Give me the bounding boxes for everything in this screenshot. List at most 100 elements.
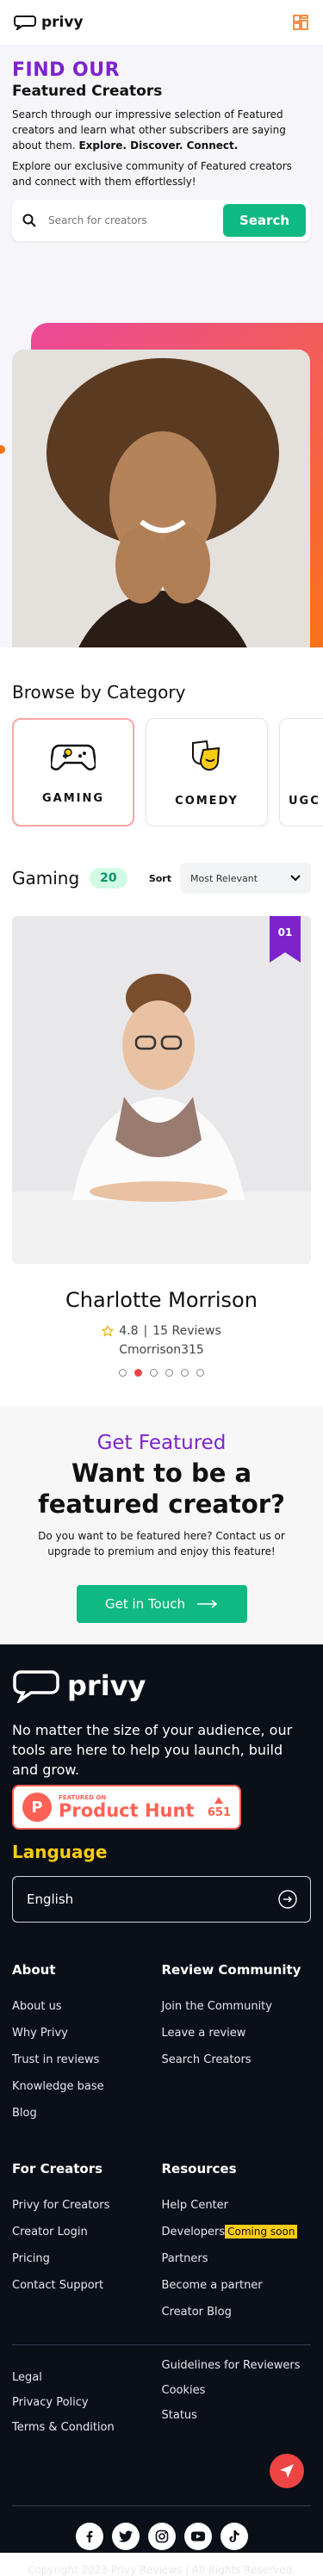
hero-subtitle: Featured Creators xyxy=(12,83,163,100)
social-links xyxy=(0,2523,323,2550)
footer-link[interactable]: Join the Community xyxy=(162,2000,312,2013)
footer-link[interactable]: Status xyxy=(162,2409,312,2422)
listing-header: Gaming 20 Sort Most Relevant xyxy=(0,861,323,895)
site-footer: privy No matter the size of your audienc… xyxy=(0,1644,323,2576)
creator-card-photo[interactable]: 01 xyxy=(12,916,311,1264)
footer-link[interactable]: Contact Support xyxy=(12,2279,162,2292)
footer-link[interactable]: Leave a review xyxy=(162,2027,312,2040)
footer-link[interactable]: Why Privy xyxy=(12,2027,162,2040)
footer-link[interactable]: Knowledge base xyxy=(12,2080,162,2093)
product-hunt-upvotes: 651 xyxy=(208,1795,231,1819)
footer-link[interactable]: Creator Login xyxy=(12,2226,162,2239)
footer-legal-right: Guidelines for Reviewers Cookies Status xyxy=(162,2359,312,2446)
search-button[interactable]: Search xyxy=(223,204,306,237)
hero-creator-photo xyxy=(12,350,310,647)
copyright-text: Copyright 2023 Privy Reviews | All Right… xyxy=(28,2564,295,2576)
footer-divider xyxy=(12,2344,311,2345)
footer-brand-name: privy xyxy=(67,1669,146,1702)
footer-link-developers[interactable]: Developers Coming soon xyxy=(161,2225,312,2239)
footer-logo[interactable]: privy xyxy=(12,1669,311,1703)
footer-col-title: For Creators xyxy=(12,2161,103,2177)
footer-link[interactable]: Privacy Policy xyxy=(12,2396,162,2409)
brand-logo[interactable]: privy xyxy=(14,14,84,31)
upvote-count: 651 xyxy=(207,1806,231,1819)
twitter-icon[interactable] xyxy=(111,2523,140,2550)
footer-link-label: Developers xyxy=(161,2226,226,2239)
tiktok-icon[interactable] xyxy=(220,2523,248,2550)
language-value: English xyxy=(27,1892,74,1907)
carousel-dot[interactable] xyxy=(119,1369,127,1377)
footer-col-about: About About us Why Privy Trust in review… xyxy=(12,1962,162,2133)
footer-legal-row: Legal Privacy Policy Terms & Condition G… xyxy=(12,2359,311,2446)
grid-menu-icon[interactable] xyxy=(292,14,309,31)
product-hunt-icon: P xyxy=(22,1793,52,1822)
rating-divider: | xyxy=(143,1324,148,1338)
cta-kicker: Get Featured xyxy=(96,1432,227,1454)
category-card-ugc[interactable]: UGC xyxy=(279,718,323,827)
gamepad-icon xyxy=(51,744,96,771)
footer-col-title: About xyxy=(12,1962,56,1978)
review-count: 15 Reviews xyxy=(152,1324,221,1338)
instagram-icon[interactable] xyxy=(147,2523,176,2550)
footer-link[interactable]: Privy for Creators xyxy=(12,2199,162,2212)
get-in-touch-label: Get in Touch xyxy=(105,1596,185,1612)
sort-value: Most Relevant xyxy=(190,872,258,884)
get-featured-section: Get Featured Want to be a featured creat… xyxy=(0,1406,323,1644)
search-input[interactable] xyxy=(48,214,223,226)
top-header: privy xyxy=(0,0,323,45)
footer-link[interactable]: Terms & Condition xyxy=(12,2421,162,2434)
footer-col-review: Review Community Join the Community Leav… xyxy=(162,1962,312,2133)
footer-link[interactable]: Become a partner xyxy=(162,2279,312,2292)
carousel-dot[interactable] xyxy=(196,1369,204,1377)
footer-col-title: Review Community xyxy=(161,1962,301,1978)
sort-label: Sort xyxy=(148,872,171,884)
footer-tagline: No matter the size of your audience, our… xyxy=(12,1722,293,1778)
hero-intro: Search through our impressive selection … xyxy=(12,107,311,153)
carousel-dot[interactable] xyxy=(150,1369,158,1377)
footer-link[interactable]: Creator Blog xyxy=(162,2306,312,2319)
language-selector[interactable]: English xyxy=(12,1876,311,1923)
hero-title: FIND OUR xyxy=(12,59,121,81)
footer-link[interactable]: About us xyxy=(12,2000,162,2013)
category-label: UGC xyxy=(289,794,320,808)
chevron-down-icon xyxy=(290,875,301,882)
footer-link[interactable]: Trust in reviews xyxy=(12,2053,162,2066)
product-hunt-badge[interactable]: P FEATURED ON Product Hunt 651 xyxy=(12,1785,241,1830)
coming-soon-badge: Coming soon xyxy=(225,2225,298,2239)
paper-plane-icon xyxy=(280,2464,294,2478)
hero-sub: Explore our exclusive community of Featu… xyxy=(12,160,292,188)
woman-portrait-illustration xyxy=(12,350,310,647)
carousel-dot-active[interactable] xyxy=(134,1369,142,1377)
footer-link[interactable]: Blog xyxy=(12,2107,162,2120)
footer-divider xyxy=(12,2505,311,2506)
footer-link[interactable]: Search Creators xyxy=(162,2053,312,2066)
footer-link[interactable]: Guidelines for Reviewers xyxy=(162,2359,312,2372)
footer-link[interactable]: Legal xyxy=(12,2371,162,2384)
category-card-gaming[interactable]: GAMING xyxy=(12,718,134,827)
get-in-touch-button[interactable]: Get in Touch xyxy=(76,1585,247,1623)
footer-links-row-1: About About us Why Privy Trust in review… xyxy=(12,1962,311,2133)
facebook-icon[interactable] xyxy=(75,2523,103,2550)
result-count-badge: 20 xyxy=(90,868,127,889)
footer-col-resources: Resources Help Center Developers Coming s… xyxy=(162,2161,312,2332)
footer-link[interactable]: Help Center xyxy=(162,2199,312,2212)
upvote-triangle-icon xyxy=(214,1797,224,1804)
speech-bubble-logo-icon xyxy=(14,15,36,30)
creator-name[interactable]: Charlotte Morrison xyxy=(0,1288,323,1312)
hero-section: FIND OUR Featured Creators Search throug… xyxy=(0,45,323,647)
footer-col-title: Resources xyxy=(161,2161,237,2177)
search-icon xyxy=(22,214,36,227)
listing-title: Gaming xyxy=(12,868,80,889)
footer-link[interactable]: Partners xyxy=(162,2252,312,2265)
carousel-dot[interactable] xyxy=(165,1369,173,1377)
creator-rating: 4.8 | 15 Reviews xyxy=(0,1324,323,1338)
sort-dropdown[interactable]: Most Relevant xyxy=(180,863,311,894)
category-carousel: GAMING COMEDY UGC xyxy=(0,718,323,827)
footer-link[interactable]: Pricing xyxy=(12,2252,162,2265)
arrow-circle-icon xyxy=(278,1890,297,1909)
send-message-button[interactable] xyxy=(270,2454,304,2488)
category-card-comedy[interactable]: COMEDY xyxy=(146,718,268,827)
carousel-dot[interactable] xyxy=(181,1369,189,1377)
footer-link[interactable]: Cookies xyxy=(162,2384,312,2397)
youtube-icon[interactable] xyxy=(183,2523,212,2550)
